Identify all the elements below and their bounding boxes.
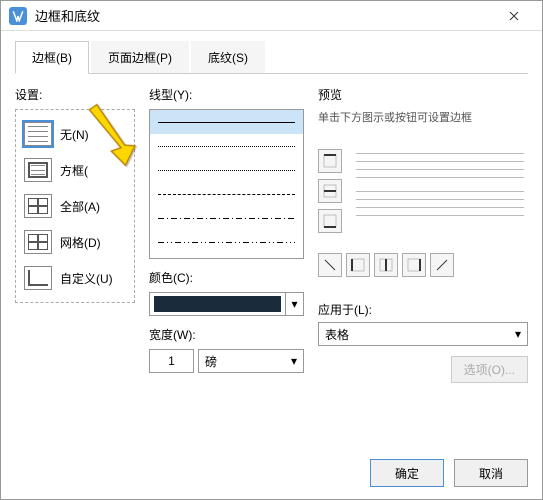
tab-shading[interactable]: 底纹(S): [191, 41, 265, 73]
setting-none[interactable]: 无(N): [20, 116, 130, 152]
preview-label: 预览: [318, 86, 528, 103]
applyto-select[interactable]: 表格 ▾: [318, 322, 528, 346]
setting-label: 无(N): [60, 126, 89, 143]
setting-custom[interactable]: 自定义(U): [20, 260, 130, 296]
width-label: 宽度(W):: [149, 326, 304, 343]
preview-diag-up-button[interactable]: [430, 253, 454, 277]
applyto-label: 应用于(L):: [318, 303, 372, 317]
preview-top-border-button[interactable]: [318, 149, 342, 173]
linetype-solid[interactable]: [150, 110, 303, 134]
preview-vmiddle-border-button[interactable]: [374, 253, 398, 277]
titlebar: 边框和底纹: [1, 1, 542, 31]
setting-box[interactable]: 方框(: [20, 152, 130, 188]
dialog-footer: 确定 取消: [370, 459, 528, 487]
ok-button[interactable]: 确定: [370, 459, 444, 487]
none-icon: [24, 122, 52, 146]
settings-label: 设置:: [15, 86, 135, 103]
preview-right-border-button[interactable]: [402, 253, 426, 277]
setting-grid[interactable]: 网格(D): [20, 224, 130, 260]
linetype-dashdotdot[interactable]: [150, 230, 303, 254]
options-button: 选项(O)...: [451, 356, 528, 383]
preview-document[interactable]: [352, 149, 528, 233]
box-icon: [24, 158, 52, 182]
close-icon: [509, 11, 519, 21]
width-input[interactable]: 1: [149, 349, 194, 373]
linetype-dashed-fine[interactable]: [150, 158, 303, 182]
preview-left-border-button[interactable]: [346, 253, 370, 277]
close-button[interactable]: [494, 1, 534, 31]
chevron-down-icon: ▾: [515, 327, 521, 341]
preview-diag-down-button[interactable]: [318, 253, 342, 277]
tabs: 边框(B) 页面边框(P) 底纹(S): [15, 41, 528, 74]
linetype-dotted[interactable]: [150, 134, 303, 158]
window-title: 边框和底纹: [35, 6, 494, 25]
setting-label: 全部(A): [60, 198, 100, 215]
color-picker[interactable]: ▾: [149, 292, 304, 316]
dialog-window: 边框和底纹 边框(B) 页面边框(P) 底纹(S) 设置: 无(N): [0, 0, 543, 500]
tab-page-border[interactable]: 页面边框(P): [91, 41, 189, 73]
preview-hmiddle-border-button[interactable]: [318, 179, 342, 203]
linetype-dashdot[interactable]: [150, 206, 303, 230]
chevron-down-icon: ▾: [291, 354, 297, 368]
preview-bottom-border-button[interactable]: [318, 209, 342, 233]
settings-list: 无(N) 方框( 全部(A) 网格(D): [15, 109, 135, 303]
color-label: 颜色(C):: [149, 269, 304, 286]
color-swatch: [154, 296, 281, 312]
grid-icon: [24, 230, 52, 254]
width-unit-select[interactable]: 磅 ▾: [198, 349, 304, 373]
custom-icon: [24, 266, 52, 290]
tab-border[interactable]: 边框(B): [15, 41, 89, 74]
setting-label: 自定义(U): [60, 270, 113, 287]
setting-all[interactable]: 全部(A): [20, 188, 130, 224]
linetype-label: 线型(Y):: [149, 86, 304, 103]
setting-label: 方框(: [60, 162, 88, 179]
chevron-down-icon: ▾: [285, 293, 303, 315]
app-icon: [9, 7, 27, 25]
all-icon: [24, 194, 52, 218]
cancel-button[interactable]: 取消: [454, 459, 528, 487]
linetype-listbox[interactable]: [149, 109, 304, 259]
preview-area: [318, 149, 528, 233]
preview-hint: 单击下方图示或按钮可设置边框: [318, 109, 528, 125]
setting-label: 网格(D): [60, 234, 101, 251]
linetype-dashed[interactable]: [150, 182, 303, 206]
